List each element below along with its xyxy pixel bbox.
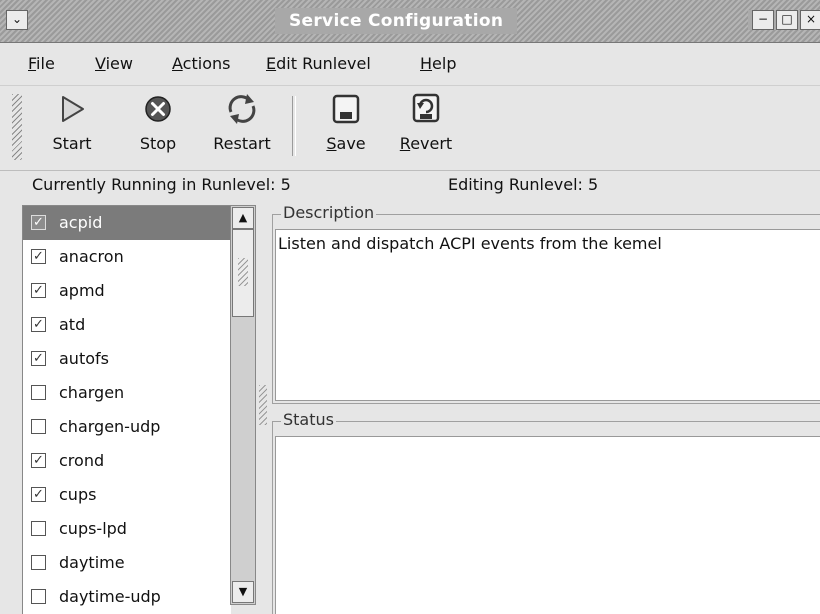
play-icon	[62, 96, 84, 122]
toolbar-grip[interactable]	[12, 94, 22, 160]
description-text-area[interactable]: Listen and dispatch ACPI events from the…	[275, 229, 820, 401]
service-row[interactable]: ✓ cups	[23, 478, 231, 512]
service-row[interactable]: ✓ acpid	[23, 206, 231, 240]
toolbar: Start Stop Restart Save Revert	[0, 86, 820, 171]
minimize-button[interactable]: −	[752, 10, 774, 30]
service-checkbox[interactable]	[31, 385, 46, 400]
revert-icon	[412, 93, 440, 123]
description-legend: Description	[281, 203, 377, 222]
service-row[interactable]: ✓ atd	[23, 308, 231, 342]
menu-actions[interactable]: Actions	[172, 54, 230, 73]
service-name: daytime-udp	[59, 587, 161, 606]
service-row[interactable]: ✓ crond	[23, 444, 231, 478]
service-checkbox[interactable]	[31, 521, 46, 536]
service-checkbox[interactable]: ✓	[31, 351, 46, 366]
service-configuration-window: ⌄ Service Configuration − □ × File View …	[0, 0, 820, 614]
service-row[interactable]: daytime	[23, 546, 231, 580]
pane-splitter-handle[interactable]	[259, 385, 267, 425]
service-checkbox[interactable]	[31, 589, 46, 604]
toolbar-separator	[292, 96, 296, 156]
status-frame: Status	[272, 410, 820, 614]
service-name: atd	[59, 315, 86, 334]
service-name: crond	[59, 451, 105, 470]
window-title: Service Configuration	[275, 8, 518, 34]
scrollbar-thumb[interactable]	[232, 229, 254, 317]
service-name: chargen	[59, 383, 125, 402]
service-row[interactable]: chargen-udp	[23, 410, 231, 444]
editing-runlevel-text: Editing Runlevel: 5	[448, 175, 599, 194]
service-list-scrollbar[interactable]: ▲ ▼	[230, 205, 256, 605]
service-checkbox[interactable]	[31, 419, 46, 434]
stop-button[interactable]: Stop	[130, 90, 186, 166]
service-checkbox[interactable]: ✓	[31, 487, 46, 502]
current-runlevel-text: Currently Running in Runlevel: 5	[32, 175, 291, 194]
service-checkbox[interactable]: ✓	[31, 215, 46, 230]
description-frame: Description Listen and dispatch ACPI eve…	[272, 203, 820, 404]
status-text-area[interactable]	[275, 436, 820, 614]
menu-file[interactable]: File	[28, 54, 55, 73]
menu-view[interactable]: View	[95, 54, 133, 73]
restart-button[interactable]: Restart	[207, 90, 277, 166]
menu-bar: File View Actions Edit Runlevel Help	[0, 43, 820, 86]
service-checkbox[interactable]: ✓	[31, 249, 46, 264]
revert-button[interactable]: Revert	[393, 90, 459, 166]
scroll-down-button[interactable]: ▼	[232, 581, 254, 603]
service-name: anacron	[59, 247, 124, 266]
service-name: cups-lpd	[59, 519, 127, 538]
menu-help[interactable]: Help	[420, 54, 456, 73]
window-menu-button[interactable]: ⌄	[6, 10, 28, 30]
window-controls: − □ ×	[748, 10, 820, 30]
service-checkbox[interactable]	[31, 555, 46, 570]
service-list[interactable]: ✓ acpid ✓ anacron ✓ apmd ✓ atd ✓ autofs chargen cha…	[22, 205, 231, 614]
service-name: chargen-udp	[59, 417, 161, 436]
title-bar[interactable]: ⌄ Service Configuration − □ ×	[0, 0, 820, 43]
maximize-button[interactable]: □	[776, 10, 798, 30]
status-legend: Status	[281, 410, 336, 429]
service-checkbox[interactable]: ✓	[31, 283, 46, 298]
service-name: apmd	[59, 281, 105, 300]
service-checkbox[interactable]: ✓	[31, 317, 46, 332]
service-row[interactable]: ✓ anacron	[23, 240, 231, 274]
service-row[interactable]: cups-lpd	[23, 512, 231, 546]
service-name: cups	[59, 485, 97, 504]
service-name: autofs	[59, 349, 109, 368]
service-checkbox[interactable]: ✓	[31, 453, 46, 468]
service-row[interactable]: daytime-udp	[23, 580, 231, 614]
save-icon	[332, 94, 360, 124]
service-row[interactable]: ✓ autofs	[23, 342, 231, 376]
scroll-up-button[interactable]: ▲	[232, 207, 254, 229]
save-button[interactable]: Save	[318, 90, 374, 166]
service-name: acpid	[59, 213, 103, 232]
menu-edit-runlevel[interactable]: Edit Runlevel	[266, 54, 371, 73]
description-text: Listen and dispatch ACPI events from the…	[278, 234, 662, 253]
service-name: daytime	[59, 553, 125, 572]
stop-icon	[145, 96, 171, 122]
restart-icon	[228, 94, 256, 124]
thumb-grip	[238, 258, 248, 286]
close-button[interactable]: ×	[800, 10, 820, 30]
start-button[interactable]: Start	[44, 90, 100, 166]
runlevel-status-row: Currently Running in Runlevel: 5 Editing…	[0, 171, 820, 203]
service-row[interactable]: chargen	[23, 376, 231, 410]
service-row[interactable]: ✓ apmd	[23, 274, 231, 308]
